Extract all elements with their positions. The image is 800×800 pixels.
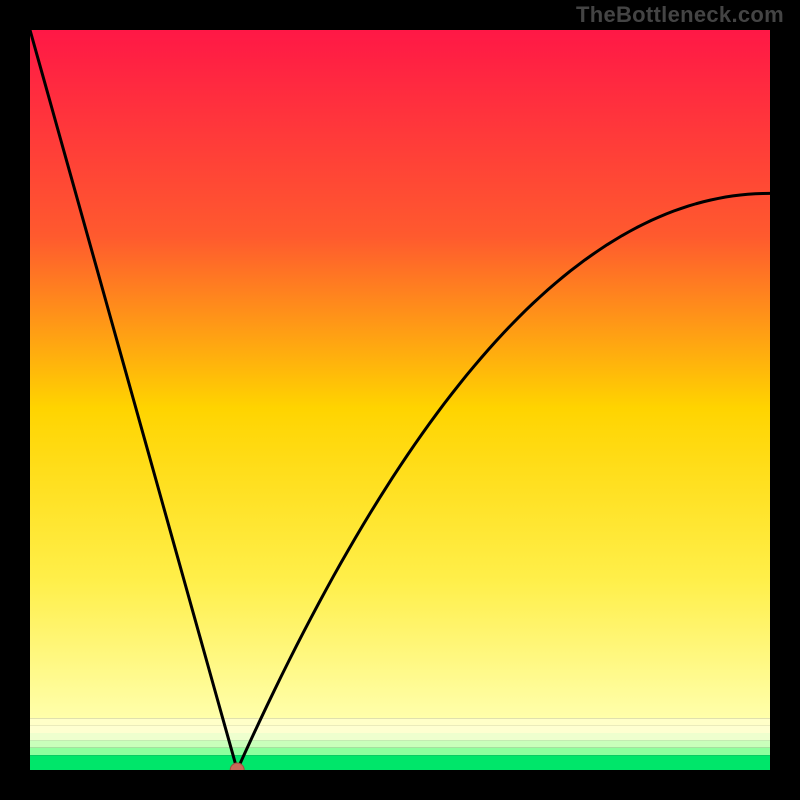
chart-background — [30, 30, 770, 770]
chart-container: { "watermark": "TheBottleneck.com", "col… — [0, 0, 800, 800]
watermark-text: TheBottleneck.com — [576, 2, 784, 28]
chart-svg — [30, 30, 770, 770]
chart-plot-area — [30, 30, 770, 770]
